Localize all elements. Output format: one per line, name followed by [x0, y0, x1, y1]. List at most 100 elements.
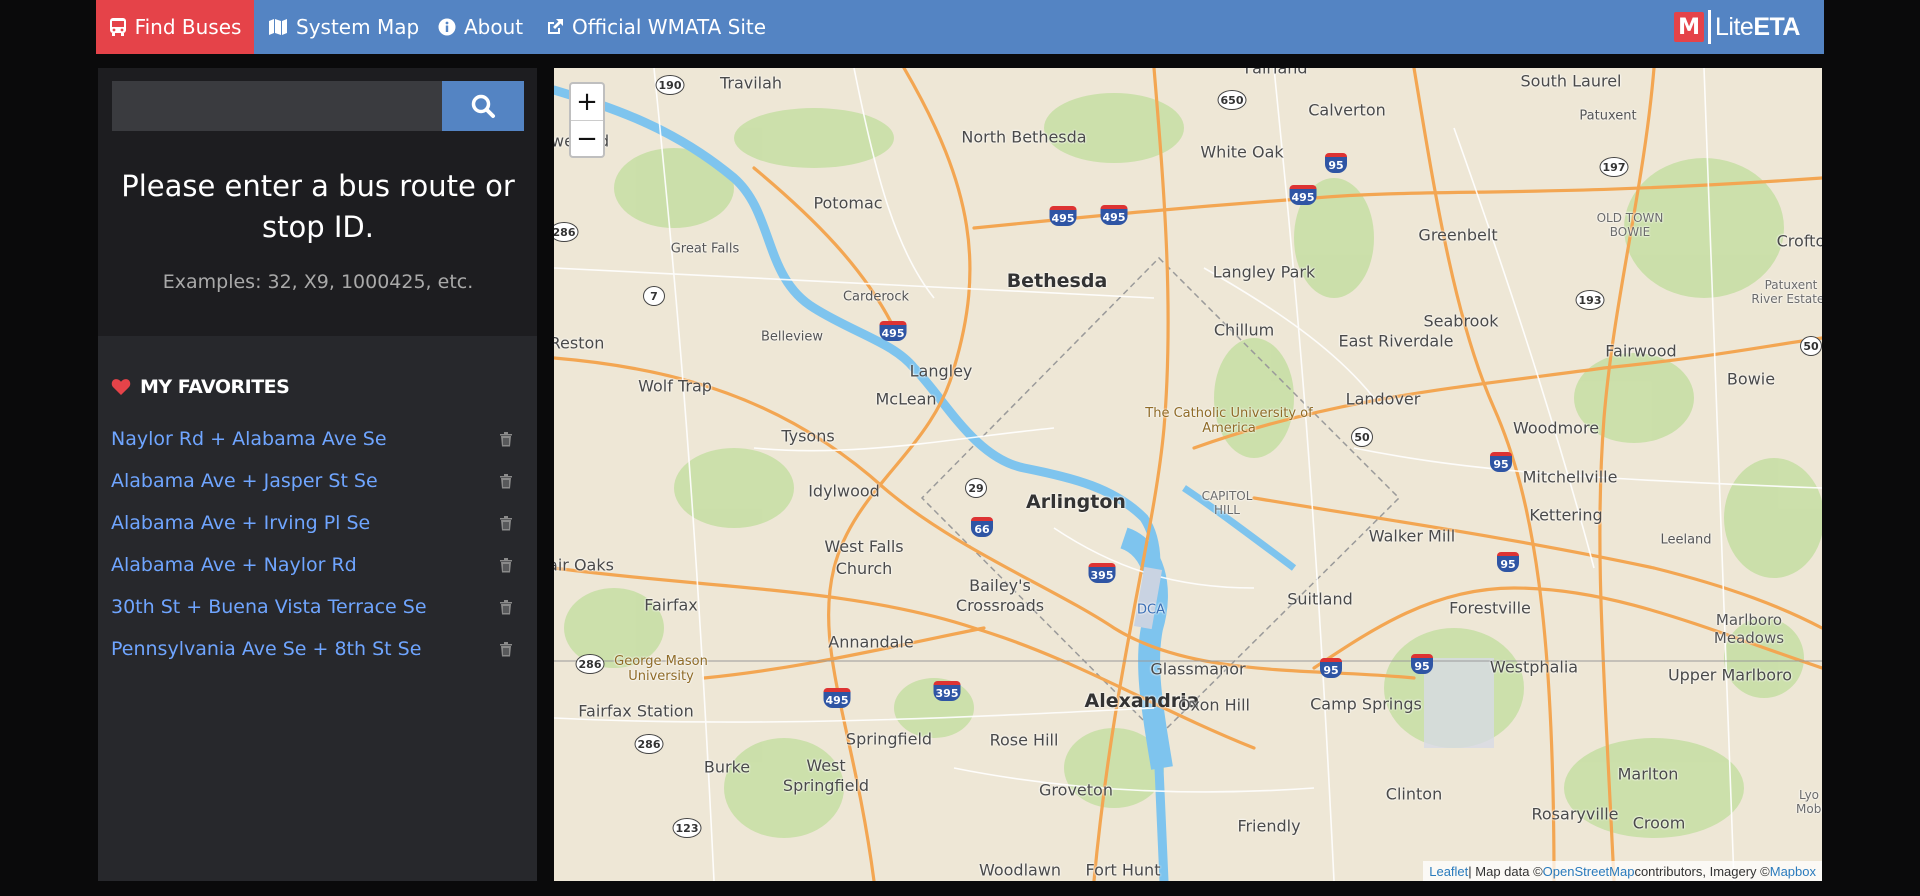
favorite-link[interactable]: Alabama Ave + Jasper St Se	[111, 470, 378, 492]
favorite-link[interactable]: Alabama Ave + Irving Pl Se	[111, 512, 370, 534]
nav-official-wmata-site-label: Official WMATA Site	[572, 15, 767, 39]
route-shield: 29	[965, 478, 987, 498]
map-label-rosaryville: Rosaryville	[1531, 804, 1619, 824]
nav-system-map-label: System Map	[296, 15, 420, 39]
leaflet-link[interactable]: Leaflet	[1429, 864, 1468, 879]
nav-about[interactable]: About	[438, 0, 523, 54]
nav-find-buses-label: Find Buses	[134, 15, 242, 39]
map-label-marlboro-meadows: Marlboro Meadows	[1713, 611, 1785, 647]
map-label-upper-marlboro: Upper Marlboro	[1667, 665, 1793, 685]
map-label-idylwood: Idylwood	[808, 481, 880, 501]
favorites-header: MY FAVORITES	[111, 376, 290, 398]
map-label-patuxent-river-estates: Patuxent River Estates	[1751, 278, 1822, 306]
map-label-burke: Burke	[703, 757, 751, 777]
delete-favorite-button[interactable]	[499, 431, 513, 447]
route-shield: 50	[1351, 427, 1373, 447]
map-label-camp-springs: Camp Springs	[1310, 694, 1422, 714]
delete-favorite-button[interactable]	[499, 473, 513, 489]
route-shield: 123	[672, 818, 702, 838]
map-label-groveton: Groveton	[1039, 780, 1113, 800]
map-label-catholic-university: The Catholic University of America	[1145, 406, 1313, 436]
favorite-item: 30th St + Buena Vista Terrace Se	[111, 586, 521, 628]
nav-official-wmata-site[interactable]: Official WMATA Site	[546, 0, 766, 54]
favorite-link[interactable]: 30th St + Buena Vista Terrace Se	[111, 596, 427, 618]
mapbox-link[interactable]: Mapbox	[1770, 864, 1816, 879]
map-view[interactable]: Travilah North Bethesda Fairland South L…	[554, 68, 1822, 881]
map-label-croom: Croom	[1632, 813, 1686, 833]
trash-icon	[500, 642, 512, 657]
map-label-tysons: Tysons	[781, 426, 835, 446]
map-label-friendly: Friendly	[1237, 816, 1301, 836]
route-shield: 286	[634, 734, 664, 754]
delete-favorite-button[interactable]	[499, 641, 513, 657]
nav-system-map[interactable]: System Map	[268, 0, 419, 54]
route-stop-search-input[interactable]	[112, 81, 442, 131]
route-shield: 650	[1217, 90, 1247, 110]
map-label-dca: DCA	[1137, 602, 1165, 618]
trash-icon	[500, 516, 512, 531]
route-shield: 50	[1800, 336, 1822, 356]
map-label-fort-hunt: Fort Hunt	[1085, 860, 1161, 880]
map-label-bethesda: Bethesda	[1006, 270, 1108, 292]
map-label-marlton: Marlton	[1617, 764, 1679, 784]
map-label-landover: Landover	[1345, 389, 1421, 409]
map-label-belleview: Belleview	[760, 329, 824, 345]
search-button[interactable]	[442, 81, 524, 131]
interstate-shield: 495	[1100, 205, 1128, 225]
map-attribution: Leaflet | Map data © OpenStreetMap contr…	[1423, 861, 1822, 881]
favorite-item: Pennsylvania Ave Se + 8th St Se	[111, 628, 521, 670]
zoom-out-button[interactable]: −	[571, 121, 603, 157]
bus-icon	[109, 18, 126, 36]
favorite-item: Alabama Ave + Naylor Rd	[111, 544, 521, 586]
favorite-item: Alabama Ave + Irving Pl Se	[111, 502, 521, 544]
map-label-great-falls: Great Falls	[670, 241, 740, 257]
map-label-north-bethesda: North Bethesda	[961, 127, 1087, 147]
sidebar: Please enter a bus route or stop ID. Exa…	[98, 68, 537, 881]
nav-find-buses[interactable]: Find Buses	[96, 0, 254, 54]
map-label-crofton: Crofton	[1776, 231, 1822, 251]
map-label-clinton: Clinton	[1385, 784, 1443, 804]
map-label-leeland: Leeland	[1660, 532, 1712, 548]
map-label-east-riverdale: East Riverdale	[1338, 331, 1454, 351]
map-label-forestville: Forestville	[1449, 598, 1531, 618]
search-icon	[471, 94, 495, 118]
top-navbar: Find Buses System Map About Official WMA…	[96, 0, 1824, 54]
map-label-patuxent: Patuxent	[1579, 108, 1637, 124]
interstate-shield: 95	[1320, 658, 1342, 678]
favorites-list: Naylor Rd + Alabama Ave Se Alabama Ave +…	[111, 418, 521, 670]
map-label-calverton: Calverton	[1308, 100, 1386, 120]
brand-logo[interactable]: M LiteETA	[1674, 8, 1800, 46]
route-shield: 193	[1575, 290, 1605, 310]
favorite-item: Alabama Ave + Jasper St Se	[111, 460, 521, 502]
map-label-greenbelt: Greenbelt	[1418, 225, 1498, 245]
map-label-kettering: Kettering	[1529, 505, 1603, 525]
map-label-mitchellville: Mitchellville	[1522, 467, 1618, 487]
map-label-white-oak: White Oak	[1200, 142, 1284, 162]
map-label-langley-park: Langley Park	[1212, 262, 1316, 282]
route-shield: 7	[643, 286, 665, 306]
favorite-link[interactable]: Naylor Rd + Alabama Ave Se	[111, 428, 387, 450]
map-label-seabrook: Seabrook	[1423, 311, 1499, 331]
interstate-shield: 95	[1490, 452, 1512, 472]
interstate-shield: 66	[971, 517, 993, 537]
favorite-link[interactable]: Pennsylvania Ave Se + 8th St Se	[111, 638, 421, 660]
external-link-icon	[548, 19, 563, 34]
map-label-carderock: Carderock	[842, 289, 910, 305]
interstate-shield: 95	[1497, 552, 1519, 572]
delete-favorite-button[interactable]	[499, 515, 513, 531]
map-label-oxon-hill: Oxon Hill	[1178, 695, 1250, 715]
delete-favorite-button[interactable]	[499, 599, 513, 615]
openstreetmap-link[interactable]: OpenStreetMap	[1543, 864, 1635, 879]
trash-icon	[500, 600, 512, 615]
map-label-fairwood: Fairwood	[1605, 341, 1677, 361]
delete-favorite-button[interactable]	[499, 557, 513, 573]
interstate-shield: 395	[933, 681, 961, 701]
map-label-suitland: Suitland	[1287, 589, 1353, 609]
map-icon	[269, 19, 287, 35]
map-zoom-control: + −	[569, 82, 605, 158]
zoom-in-button[interactable]: +	[571, 84, 603, 121]
map-label-south-laurel: South Laurel	[1520, 71, 1622, 91]
map-label-travilah: Travilah	[719, 73, 783, 93]
favorite-link[interactable]: Alabama Ave + Naylor Rd	[111, 554, 357, 576]
attribution-text: contributors, Imagery ©	[1634, 863, 1770, 879]
